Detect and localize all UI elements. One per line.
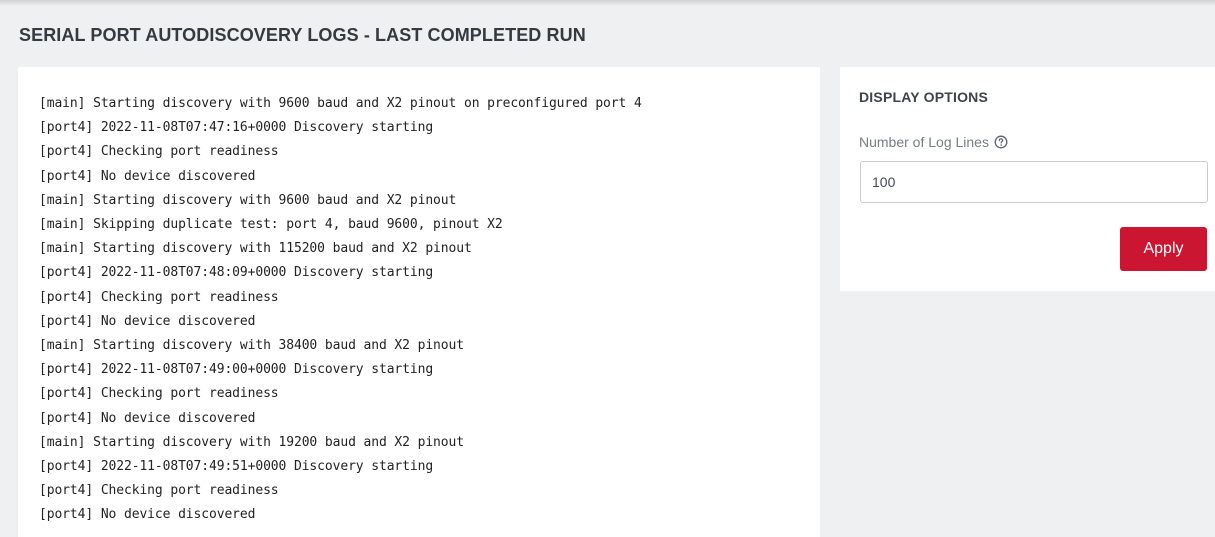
- log-line: [port4] 2022-11-08T07:48:09+0000 Discove…: [39, 265, 434, 281]
- log-line: [main] Starting discovery with 9600 baud…: [39, 192, 457, 208]
- log-lines-input[interactable]: [860, 161, 1208, 203]
- log-line: [port4] 2022-11-08T07:49:00+0000 Discove…: [39, 362, 434, 378]
- log-line: [port4] 2022-11-08T07:47:16+0000 Discove…: [39, 120, 434, 136]
- log-line: [main] Starting discovery with 38400 bau…: [39, 338, 464, 354]
- log-line: [port4] No device discovered: [39, 507, 256, 523]
- log-line: [port4] Checking port readiness: [39, 289, 279, 305]
- log-line: [port4] No device discovered: [39, 168, 256, 184]
- header-shadow: [0, 0, 1215, 6]
- log-line: [main] Starting discovery with 115200 ba…: [39, 241, 472, 257]
- log-line: [port4] 2022-11-08T07:49:51+0000 Discove…: [39, 459, 434, 475]
- log-line: [port4] Checking port readiness: [39, 386, 279, 402]
- log-line: [port4] Checking port readiness: [39, 483, 279, 499]
- log-line: [main] Skipping duplicate test: port 4, …: [39, 217, 503, 233]
- log-lines-label: Number of Log Lines: [859, 134, 989, 150]
- log-panel[interactable]: [main] Starting discovery with 9600 baud…: [18, 67, 820, 537]
- log-line: [main] Starting discovery with 19200 bau…: [39, 434, 464, 450]
- question-circle-icon[interactable]: [994, 135, 1008, 149]
- log-line: [main] Starting discovery with 9600 baud…: [39, 96, 642, 111]
- log-line: [port4] Checking port readiness: [39, 144, 279, 160]
- page-title: SERIAL PORT AUTODISCOVERY LOGS - LAST CO…: [19, 25, 586, 45]
- display-options-title: DISPLAY OPTIONS: [859, 89, 989, 105]
- display-options-panel: DISPLAY OPTIONS Number of Log Lines Appl…: [840, 67, 1215, 291]
- log-output: [main] Starting discovery with 9600 baud…: [39, 92, 800, 528]
- apply-button[interactable]: Apply: [1120, 227, 1207, 271]
- log-line: [port4] No device discovered: [39, 313, 256, 329]
- log-line: [port4] No device discovered: [39, 410, 256, 426]
- log-lines-label-row: Number of Log Lines: [859, 134, 1008, 150]
